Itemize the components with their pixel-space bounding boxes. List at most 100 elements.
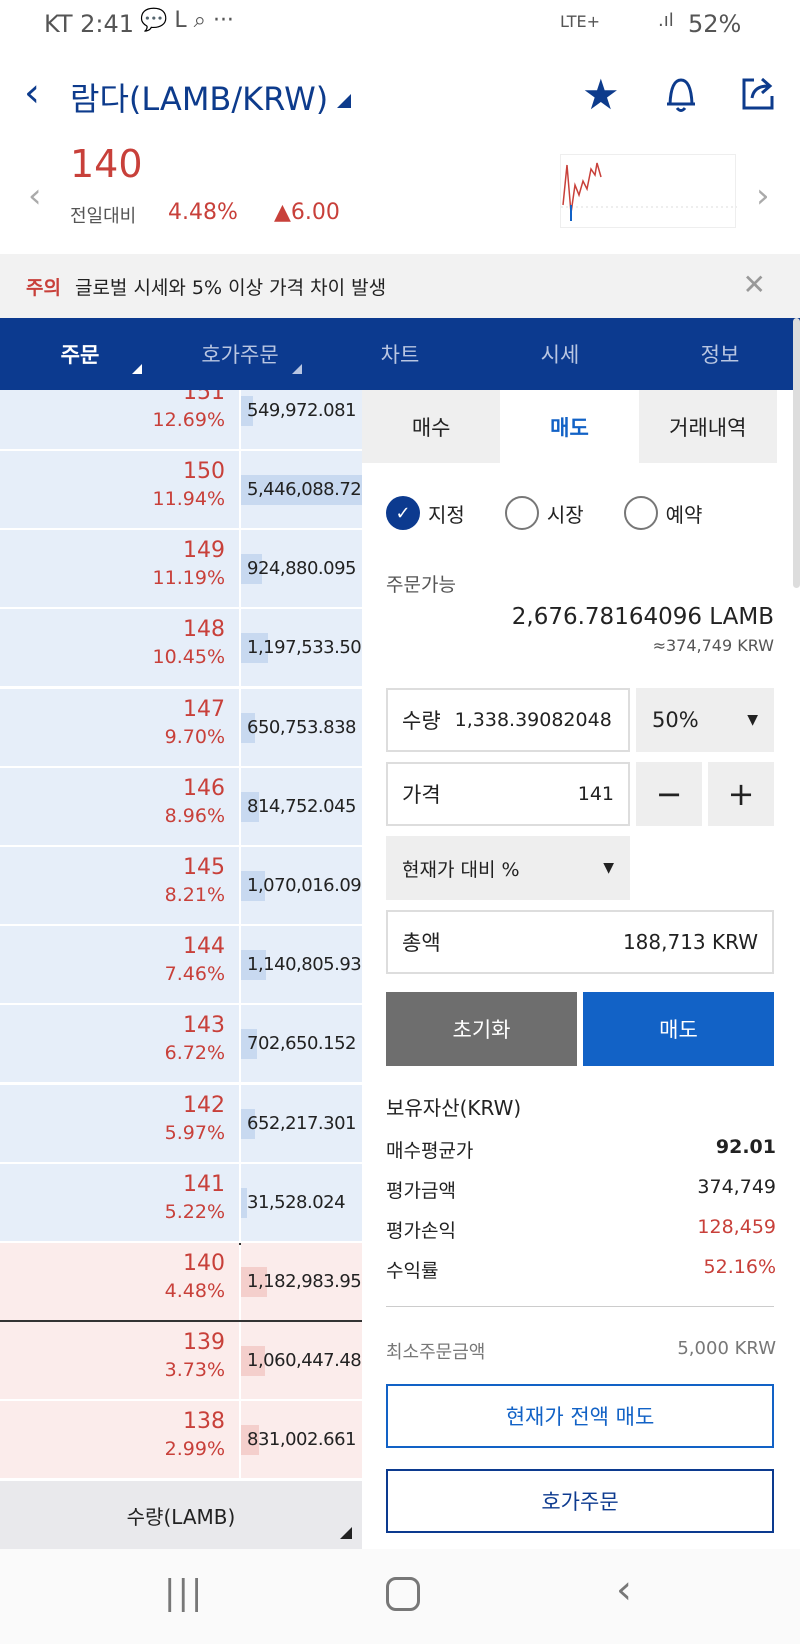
radio-market[interactable]: 시장	[504, 496, 584, 530]
row-quantity: 650,753.838	[247, 716, 357, 738]
order-book-row[interactable]: 150 11.94% 5,446,088.722	[0, 451, 362, 530]
divider	[386, 1306, 774, 1307]
quantity-percent-select[interactable]: 50% ▼	[636, 688, 774, 752]
available-amount: 2,676.78164096 LAMB	[511, 604, 774, 630]
price-cell: 146 8.96%	[0, 767, 239, 845]
holdings-title: 보유자산(KRW)	[386, 1096, 522, 1120]
price-cell: 144 7.46%	[0, 926, 239, 1004]
order-book-row[interactable]: 148 10.45% 1,197,533.503	[0, 609, 362, 689]
share-icon[interactable]	[740, 74, 778, 116]
home-button[interactable]	[386, 1577, 420, 1611]
page-title[interactable]: 람다(LAMB/KRW)	[70, 74, 328, 120]
holding-row-valuation: 평가금액 374,749	[386, 1176, 776, 1202]
row-rate: 7.46%	[164, 963, 225, 986]
radio-reserve[interactable]: 예약	[623, 496, 702, 530]
price-cell: 142 5.97%	[0, 1084, 239, 1162]
tab-buy[interactable]: 매수	[362, 390, 501, 463]
tab-quote-order[interactable]: 호가주문	[160, 318, 320, 390]
back-nav-button[interactable]: ‹	[616, 1567, 632, 1613]
holding-row-return: 수익률 52.16%	[386, 1256, 776, 1282]
dropdown-corner-icon	[340, 1527, 352, 1539]
order-book[interactable]: 151 12.69% 549,972.081 150 11.94% 5,446,088.7…	[0, 390, 362, 1481]
quantity-cell: 924,880.095	[241, 530, 362, 608]
scrollbar[interactable]	[793, 318, 800, 588]
holding-row-pnl: 평가손익 128,459	[386, 1216, 776, 1242]
row-quantity: 31,528.024	[247, 1191, 346, 1213]
tab-sell[interactable]: 매도	[500, 390, 639, 463]
row-price: 145	[183, 855, 225, 880]
close-icon[interactable]: ✕	[743, 268, 766, 301]
change-amount: ▲6.00	[274, 200, 340, 225]
total-input[interactable]: 총액 188,713 KRW	[386, 910, 774, 974]
order-book-row[interactable]: 151 12.69% 549,972.081	[0, 390, 362, 451]
signal-icon: .ıl	[658, 10, 674, 31]
quantity-cell: 31,528.024	[241, 1163, 362, 1241]
row-rate: 8.96%	[164, 804, 225, 827]
order-book-row[interactable]: 140 4.48% 1,182,983.950	[0, 1243, 362, 1322]
tab-chart[interactable]: 차트	[320, 318, 480, 390]
next-coin-button[interactable]: ›	[756, 176, 770, 216]
order-book-row[interactable]: 138 2.99% 831,002.661	[0, 1401, 362, 1481]
price-cell: 140 4.48%	[0, 1243, 239, 1320]
sell-all-button[interactable]: 현재가 전액 매도	[386, 1384, 774, 1448]
row-quantity: 1,060,447.483	[247, 1350, 362, 1372]
price-cell: 148 10.45%	[0, 609, 239, 687]
system-nav-bar: ||| ‹	[0, 1549, 800, 1644]
order-book-row[interactable]: 143 6.72% 702,650.152	[0, 1005, 362, 1085]
reset-button[interactable]: 초기화	[386, 992, 577, 1066]
row-quantity: 702,650.152	[247, 1033, 357, 1055]
row-rate: 6.72%	[164, 1042, 225, 1065]
bell-icon[interactable]	[664, 74, 698, 112]
row-price: 141	[183, 1171, 225, 1197]
status-bar: KT 2:41 💬 L ⌕ ··· LTE+ .ıl 52%	[0, 0, 800, 50]
quantity-input[interactable]: 수량 1,338.39082048	[386, 688, 630, 752]
order-book-row[interactable]: 147 9.70% 650,753.838	[0, 688, 362, 768]
price-reference-select[interactable]: 현재가 대비 % ▼	[386, 836, 630, 900]
tab-market[interactable]: 시세	[480, 318, 640, 390]
price-input[interactable]: 가격 141	[386, 762, 630, 826]
price-increment-button[interactable]: +	[708, 762, 774, 826]
current-price: 140	[70, 142, 143, 186]
network-label: LTE+	[560, 12, 600, 31]
order-book-row[interactable]: 142 5.97% 652,217.301	[0, 1084, 362, 1164]
order-book-row[interactable]: 149 11.19% 924,880.095	[0, 530, 362, 610]
quantity-cell: 652,217.301	[241, 1084, 362, 1162]
row-quantity: 652,217.301	[247, 1112, 357, 1134]
row-price: 138	[183, 1409, 225, 1435]
row-price: 149	[183, 538, 225, 564]
row-quantity: 924,880.095	[247, 558, 357, 580]
order-book-row[interactable]: 141 5.22% 31,528.024	[0, 1163, 362, 1243]
mini-chart[interactable]	[560, 154, 737, 228]
sell-button[interactable]: 매도	[583, 992, 774, 1066]
row-rate: 11.19%	[152, 567, 225, 590]
row-quantity: 1,070,016.090	[247, 875, 362, 896]
quote-order-button[interactable]: 호가주문	[386, 1469, 774, 1533]
radio-limit[interactable]: ✓ 지정	[386, 496, 465, 530]
price-decrement-button[interactable]: −	[636, 762, 702, 826]
tab-history[interactable]: 거래내역	[638, 390, 777, 463]
notice-text: 글로벌 시세와 5% 이상 가격 차이 발생	[74, 276, 387, 299]
price-cell: 141 5.22%	[0, 1163, 239, 1241]
quantity-cell: 1,140,805.939	[241, 926, 362, 1004]
back-button[interactable]: ‹	[24, 70, 40, 116]
recent-apps-button[interactable]: |||	[164, 1573, 204, 1613]
prev-coin-button[interactable]: ‹	[28, 176, 42, 216]
quantity-cell: 1,182,983.950	[241, 1243, 362, 1320]
row-rate: 9.70%	[164, 725, 225, 748]
row-quantity: 814,752.045	[247, 795, 357, 817]
tab-info[interactable]: 정보	[640, 318, 800, 390]
tab-order[interactable]: 주문	[0, 318, 160, 390]
order-book-row[interactable]: 144 7.46% 1,140,805.939	[0, 926, 362, 1006]
row-price: 142	[183, 1092, 225, 1118]
title-dropdown-icon[interactable]	[337, 94, 351, 108]
order-book-row[interactable]: 145 8.21% 1,070,016.090	[0, 847, 362, 926]
quantity-cell: 1,060,447.483	[241, 1322, 362, 1400]
order-book-row[interactable]: 139 3.73% 1,060,447.483	[0, 1322, 362, 1402]
quantity-cell: 549,972.081	[241, 390, 362, 449]
row-quantity: 1,197,533.503	[247, 637, 362, 659]
favorite-star-icon[interactable]: ★	[582, 70, 620, 119]
order-book-row[interactable]: 146 8.96% 814,752.045	[0, 767, 362, 847]
row-price: 150	[183, 459, 225, 484]
order-book-unit-toggle[interactable]: 수량(LAMB)	[0, 1481, 362, 1549]
row-price: 143	[183, 1013, 225, 1039]
